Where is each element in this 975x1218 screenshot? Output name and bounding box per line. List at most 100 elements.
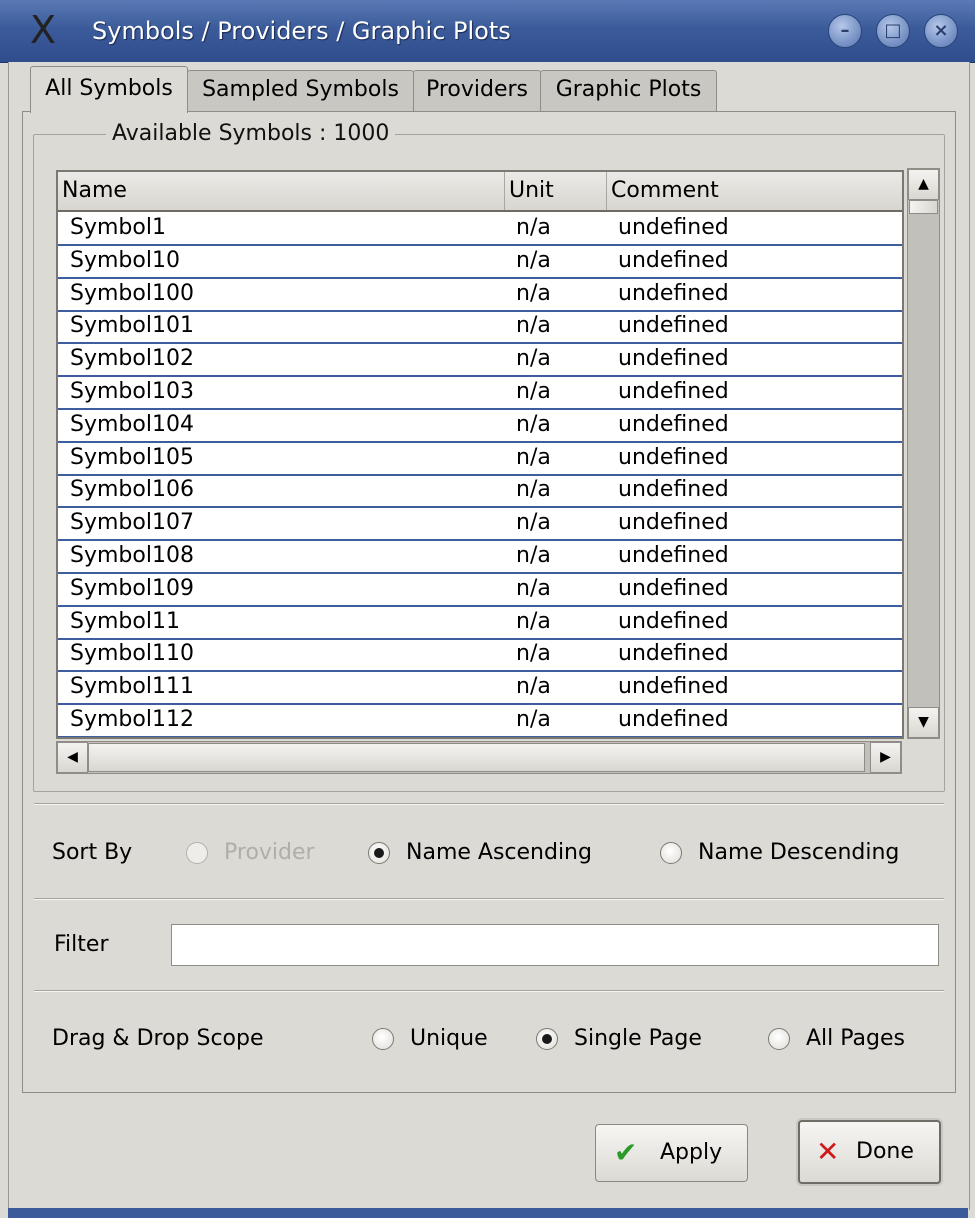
- filter-input[interactable]: [171, 924, 939, 966]
- cell-name: Symbol104: [70, 411, 194, 437]
- divider: [34, 898, 944, 900]
- tab-providers[interactable]: Providers: [413, 70, 541, 111]
- sort-name-descending-label[interactable]: Name Descending: [698, 838, 899, 868]
- sort-name-ascending-label[interactable]: Name Ascending: [406, 838, 592, 868]
- column-header-name[interactable]: Name: [58, 172, 505, 210]
- vertical-scrollbar[interactable]: ▲ ▼: [907, 168, 940, 739]
- apply-button-label: Apply: [660, 1140, 723, 1165]
- cell-comment: undefined: [618, 608, 729, 634]
- scroll-up-button[interactable]: ▲: [908, 169, 939, 200]
- cell-comment: undefined: [618, 379, 729, 404]
- scope-all-pages-label[interactable]: All Pages: [806, 1024, 905, 1054]
- window-bottom-edge: [8, 1208, 968, 1218]
- scroll-down-button[interactable]: ▼: [908, 707, 939, 738]
- table-row[interactable]: Symbol108 n/a undefined: [58, 540, 902, 574]
- table-row[interactable]: Symbol101 n/a undefined: [58, 310, 902, 345]
- cell-name: Symbol102: [70, 346, 194, 372]
- cell-unit: n/a: [516, 280, 551, 306]
- minimize-button[interactable]: –: [828, 14, 862, 48]
- done-button[interactable]: ✕ Done: [798, 1120, 941, 1184]
- tab-all-symbols[interactable]: All Symbols: [30, 66, 188, 113]
- table-row[interactable]: Symbol11 n/a undefined: [58, 606, 902, 640]
- checkmark-icon: ✔: [614, 1136, 638, 1169]
- apply-button[interactable]: ✔ Apply: [595, 1124, 748, 1182]
- scope-single-page-radio[interactable]: [536, 1028, 558, 1050]
- cell-comment: undefined: [618, 280, 729, 306]
- scroll-right-button[interactable]: ▶: [870, 742, 901, 773]
- cell-name: Symbol107: [70, 510, 194, 536]
- table-row[interactable]: Symbol102 n/a undefined: [58, 343, 902, 378]
- arrow-right-icon: ▶: [880, 749, 891, 765]
- arrow-left-icon: ◀: [67, 749, 78, 765]
- cell-unit: n/a: [516, 247, 551, 273]
- cell-comment: undefined: [618, 477, 729, 503]
- cell-name: Symbol103: [70, 379, 194, 404]
- tab-graphic-plots[interactable]: Graphic Plots: [540, 70, 717, 111]
- maximize-icon: □: [884, 20, 902, 41]
- cell-name: Symbol106: [70, 477, 194, 503]
- vertical-scroll-thumb[interactable]: [909, 200, 938, 214]
- title-bar[interactable]: X Symbols / Providers / Graphic Plots – …: [0, 0, 975, 63]
- scope-single-page-label[interactable]: Single Page: [574, 1024, 702, 1054]
- scope-unique-label[interactable]: Unique: [410, 1024, 488, 1054]
- cell-name: Symbol110: [70, 641, 194, 667]
- symbols-table[interactable]: Name Unit Comment Symbol1 n/a undefined Sym…: [56, 170, 904, 739]
- cell-unit: n/a: [516, 674, 551, 700]
- sort-by-label: Sort By: [52, 840, 133, 865]
- column-header-comment[interactable]: Comment: [607, 172, 902, 210]
- cell-name: Symbol10: [70, 247, 180, 273]
- arrow-down-icon: ▼: [918, 714, 929, 730]
- cell-comment: undefined: [618, 641, 729, 667]
- table-row[interactable]: Symbol100 n/a undefined: [58, 278, 902, 312]
- cell-name: Symbol109: [70, 575, 194, 601]
- close-icon: ×: [933, 20, 949, 41]
- table-header: Name Unit Comment: [58, 172, 902, 212]
- divider: [34, 990, 944, 992]
- divider: [34, 803, 944, 805]
- table-row[interactable]: Symbol111 n/a undefined: [58, 671, 902, 706]
- cell-unit: n/a: [516, 215, 551, 240]
- scope-all-pages-radio[interactable]: [768, 1028, 790, 1050]
- scope-unique-radio[interactable]: [372, 1028, 394, 1050]
- minimize-icon: –: [840, 20, 850, 41]
- cell-name: Symbol108: [70, 543, 194, 568]
- sort-name-ascending-radio[interactable]: [368, 842, 390, 864]
- maximize-button[interactable]: □: [876, 14, 910, 48]
- table-row[interactable]: Symbol112 n/a undefined: [58, 704, 902, 737]
- table-row[interactable]: Symbol105 n/a undefined: [58, 442, 902, 476]
- sort-provider-label: Provider: [224, 840, 315, 865]
- cell-unit: n/a: [516, 641, 551, 667]
- horizontal-scroll-thumb[interactable]: [88, 743, 865, 772]
- cell-comment: undefined: [618, 313, 729, 339]
- table-row[interactable]: Symbol109 n/a undefined: [58, 573, 902, 607]
- arrow-up-icon: ▲: [918, 176, 929, 192]
- cell-comment: undefined: [618, 707, 729, 732]
- cell-unit: n/a: [516, 444, 551, 470]
- cell-name: Symbol111: [70, 674, 194, 700]
- drag-drop-scope-label: Drag & Drop Scope: [52, 1026, 264, 1051]
- cell-name: Symbol1: [70, 215, 166, 240]
- cell-name: Symbol11: [70, 608, 180, 634]
- cell-comment: undefined: [618, 444, 729, 470]
- column-header-unit[interactable]: Unit: [505, 172, 607, 210]
- table-row[interactable]: Symbol106 n/a undefined: [58, 474, 902, 509]
- sort-name-descending-radio[interactable]: [660, 842, 682, 864]
- sort-provider-radio: [186, 842, 208, 864]
- cell-unit: n/a: [516, 575, 551, 601]
- table-row[interactable]: Symbol10 n/a undefined: [58, 245, 902, 279]
- table-row[interactable]: Symbol104 n/a undefined: [58, 409, 902, 443]
- table-row[interactable]: Symbol103 n/a undefined: [58, 376, 902, 410]
- table-row[interactable]: Symbol107 n/a undefined: [58, 507, 902, 542]
- cell-name: Symbol100: [70, 280, 194, 306]
- tab-sampled-symbols[interactable]: Sampled Symbols: [187, 70, 414, 111]
- close-button[interactable]: ×: [924, 14, 958, 48]
- x-icon: ✕: [816, 1135, 840, 1168]
- window-title: Symbols / Providers / Graphic Plots: [92, 17, 511, 45]
- table-row[interactable]: Symbol110 n/a undefined: [58, 638, 902, 673]
- horizontal-scrollbar[interactable]: ◀ ▶: [56, 741, 902, 774]
- cell-comment: undefined: [618, 346, 729, 372]
- scroll-left-button[interactable]: ◀: [57, 742, 88, 773]
- cell-unit: n/a: [516, 313, 551, 339]
- filter-label: Filter: [54, 932, 109, 957]
- table-row[interactable]: Symbol1 n/a undefined: [58, 212, 902, 246]
